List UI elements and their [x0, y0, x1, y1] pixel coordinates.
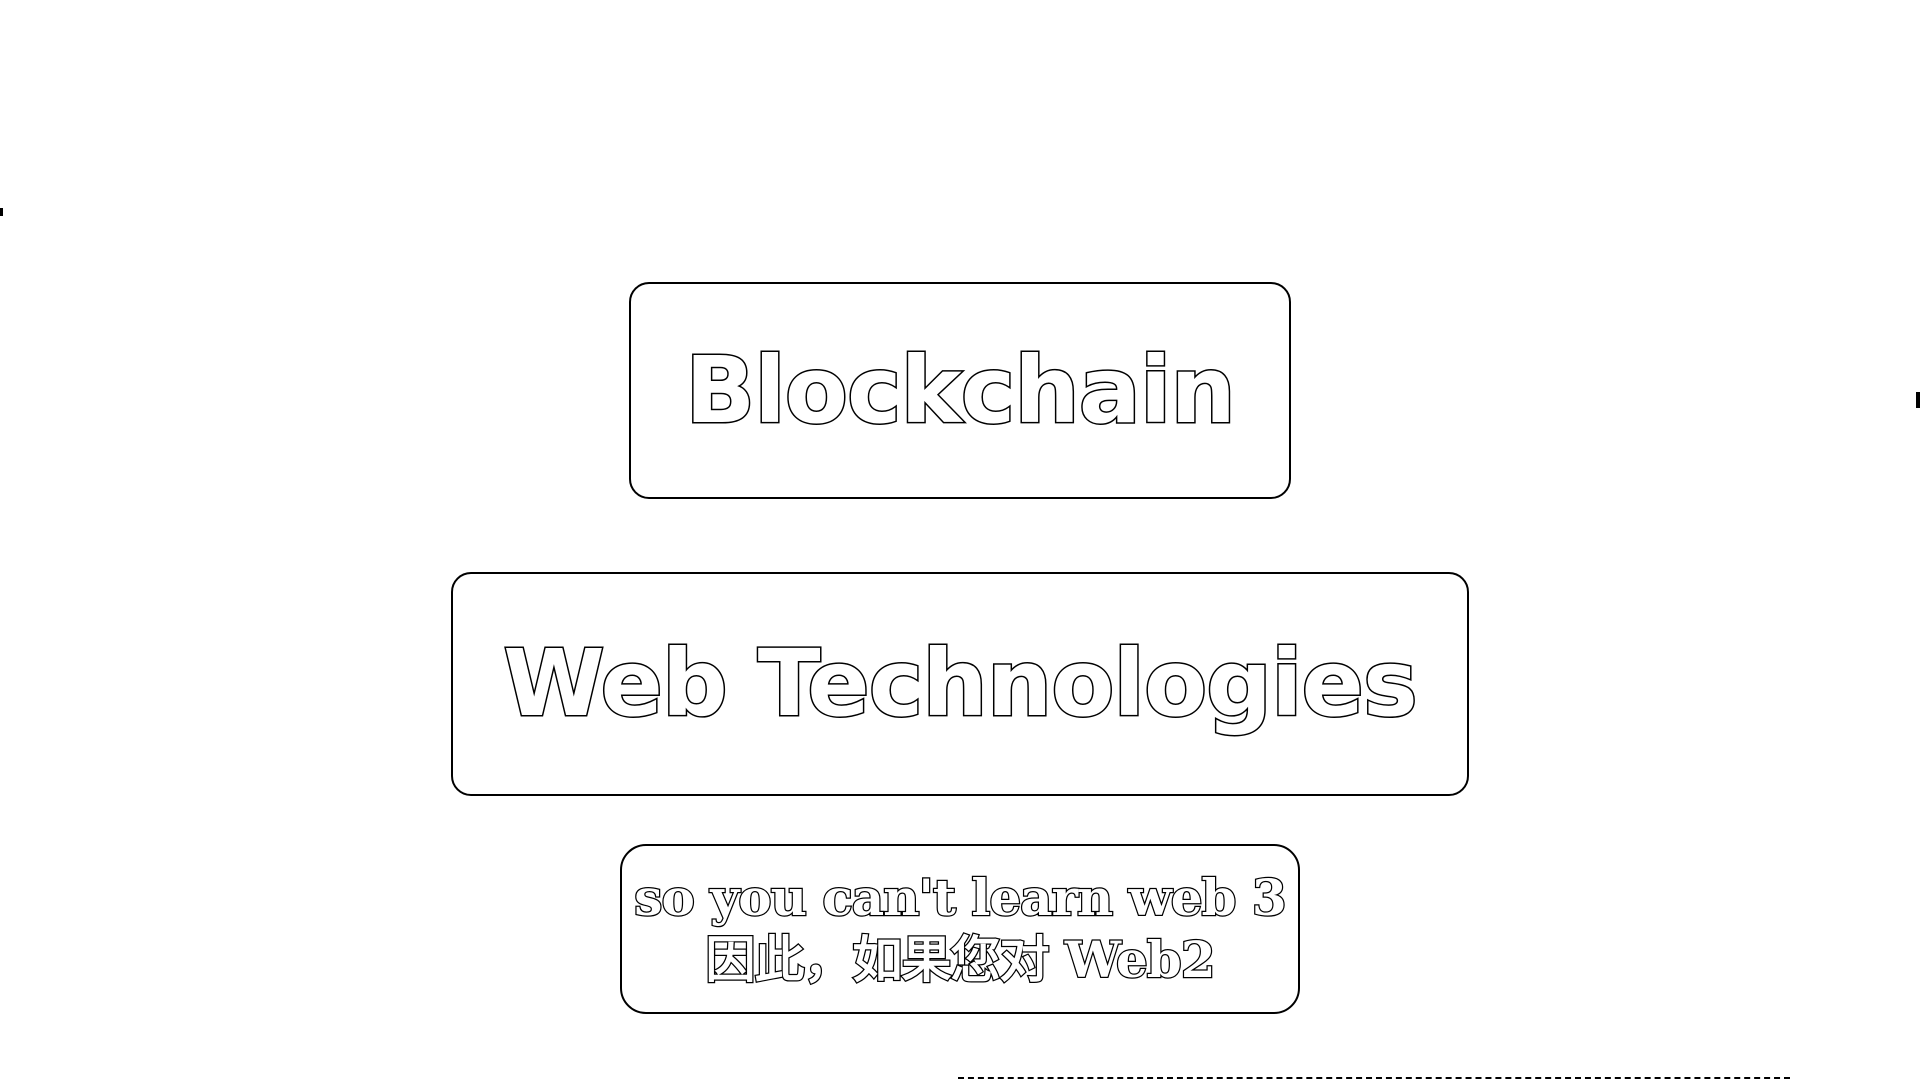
- video-frame: Blockchain Web Technologies so you can't…: [0, 0, 1920, 1080]
- blockchain-title: Blockchain: [684, 336, 1238, 444]
- subtitle-line-chinese: 因此，如果您对 Web2: [704, 929, 1217, 991]
- subtitle-line-english: so you can't learn web 3: [633, 867, 1288, 929]
- subtitle-caption: so you can't learn web 3 因此，如果您对 Web2: [620, 844, 1300, 1014]
- edge-artifact-left: [0, 208, 3, 216]
- web-technologies-title: Web Technologies: [502, 630, 1419, 737]
- blockchain-card: Blockchain: [629, 282, 1291, 499]
- edge-artifact-right: [1916, 392, 1920, 408]
- web-technologies-card: Web Technologies: [451, 572, 1469, 796]
